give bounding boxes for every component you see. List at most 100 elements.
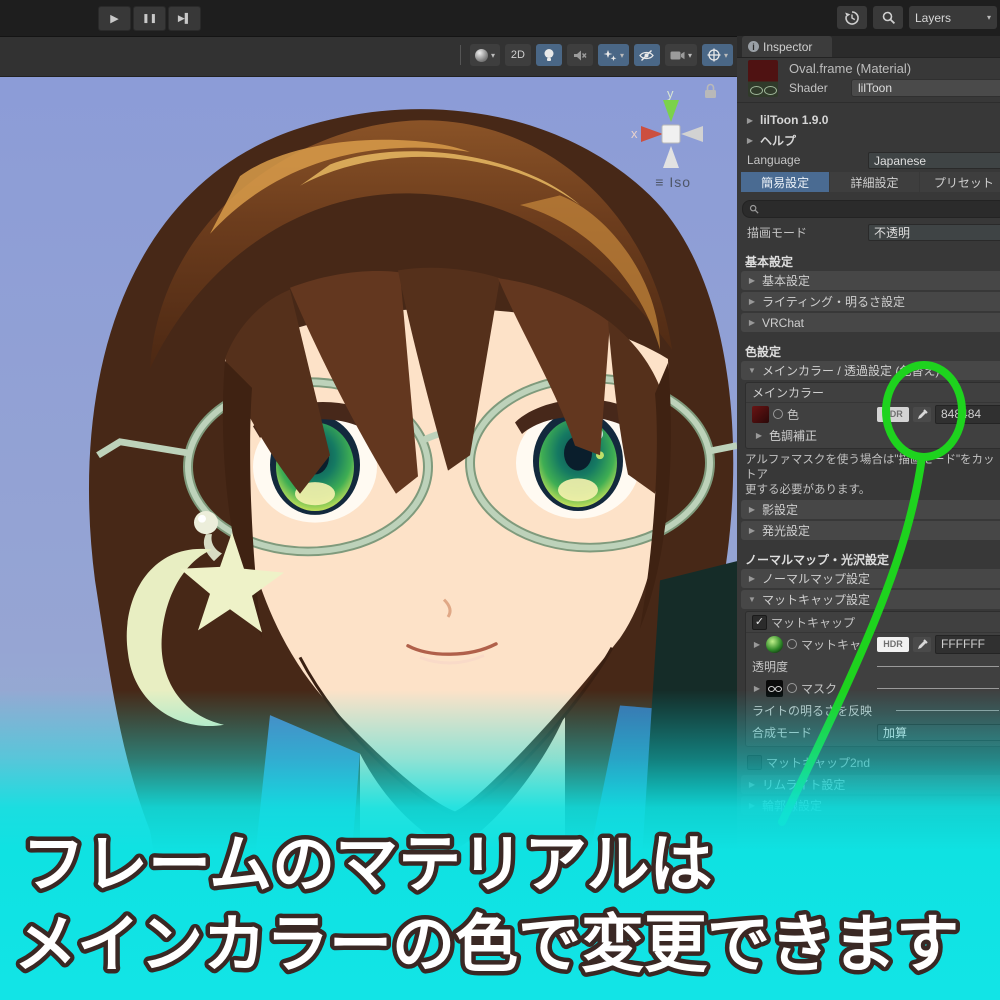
foldout-label: ノーマルマップ設定: [762, 570, 870, 587]
foldout-tone-correction[interactable]: ▶ 色調補正: [746, 425, 1000, 445]
camera-icon: [670, 50, 685, 61]
scene-view: ▾ 2D ▾: [0, 36, 737, 1000]
hidden-objects-toggle-button[interactable]: [634, 44, 660, 66]
hdr-color-button[interactable]: HDR: [877, 407, 909, 422]
iso-projection-label[interactable]: ≡ Iso: [655, 174, 691, 190]
foldout-label: 基本設定: [762, 272, 810, 289]
lighting-toggle-button[interactable]: [536, 44, 562, 66]
tab-simple-settings[interactable]: 簡易設定: [741, 172, 829, 192]
eyedropper-button[interactable]: [913, 407, 931, 422]
foldout-normalmap-settings[interactable]: ▶ ノーマルマップ設定: [741, 569, 1000, 588]
gizmo-x-axis[interactable]: [641, 126, 663, 142]
inspector-tab-strip: i Inspector: [737, 36, 1000, 58]
gizmo-y-axis[interactable]: [663, 100, 679, 122]
property-search-input[interactable]: [742, 200, 1000, 218]
foldout-lighting-settings[interactable]: ▶ ライティング・明るさ設定: [741, 292, 1000, 311]
version-label: lilToon 1.9.0: [760, 113, 828, 127]
inspector-panel: i Inspector Oval.frame (Material) Shader…: [737, 36, 1000, 1000]
2d-toggle-button[interactable]: 2D: [505, 44, 531, 66]
inspector-tab-label: Inspector: [763, 40, 812, 54]
rendering-mode-label: 描画モード: [747, 224, 807, 241]
search-icon: [749, 204, 759, 214]
opacity-label: 透明度: [752, 658, 788, 675]
effects-toggle-button[interactable]: ▾: [598, 44, 629, 66]
foldout-arrow-icon: ▶: [747, 780, 757, 789]
help-foldout[interactable]: ▶ ヘルプ: [737, 130, 1000, 150]
shading-mode-button[interactable]: ▾: [470, 44, 500, 66]
gizmo-z-axis[interactable]: [681, 126, 703, 142]
gizmos-toggle-button[interactable]: ▾: [702, 44, 733, 66]
foldout-rimlight-settings[interactable]: ▶ リムライト設定: [741, 775, 1000, 794]
matcap2nd-checkbox[interactable]: [747, 755, 762, 770]
chevron-down-icon: ▾: [724, 51, 728, 60]
foldout-arrow-icon: ▶: [752, 684, 762, 693]
hdr-color-button[interactable]: HDR: [877, 637, 909, 652]
help-label: ヘルプ: [760, 132, 796, 149]
opacity-slider[interactable]: [877, 666, 999, 667]
matcap2nd-row: マットキャップ2nd: [737, 751, 1000, 773]
search-button[interactable]: [873, 6, 903, 29]
liltoon-version-foldout[interactable]: ▶ lilToon 1.9.0: [737, 110, 1000, 130]
collab-history-button[interactable]: [837, 6, 867, 29]
light-reflect-slider[interactable]: [896, 710, 999, 711]
search-icon: [881, 10, 896, 25]
language-value: Japanese: [874, 154, 926, 168]
gizmo-center-cube[interactable]: [662, 125, 680, 143]
normalmap-gloss-header: ノーマルマップ・光沢設定: [745, 551, 1000, 567]
gizmo-axis-down[interactable]: [663, 146, 679, 168]
foldout-label: リムライト設定: [762, 776, 845, 793]
tab-presets[interactable]: プリセット: [920, 172, 1000, 192]
foldout-base-settings[interactable]: ▶ 基本設定: [741, 271, 1000, 290]
material-preview-thumbnail[interactable]: [748, 60, 778, 97]
foldout-matcap-settings[interactable]: ▼ マットキャップ設定: [741, 590, 1000, 609]
foldout-shadow-settings[interactable]: ▶ 影設定: [741, 500, 1000, 519]
eye-slash-icon: [639, 49, 654, 62]
mask-slider[interactable]: [877, 688, 999, 689]
foldout-label: 色調補正: [769, 427, 817, 444]
tab-advanced-settings[interactable]: 詳細設定: [830, 172, 918, 192]
eyedropper-icon: [917, 639, 928, 650]
foldout-arrow-icon: ▶: [747, 505, 757, 514]
matcap-checkbox[interactable]: ✓: [752, 615, 767, 630]
foldout-arrow-icon: ▶: [754, 431, 764, 440]
rendering-mode-dropdown[interactable]: 不透明: [868, 224, 1000, 241]
effects-stars-icon: [603, 49, 617, 62]
play-button[interactable]: ▶: [98, 6, 131, 31]
chevron-down-icon: ▾: [688, 51, 692, 60]
matcap-hex-field[interactable]: FFFFFF: [935, 635, 1000, 654]
mask-texture-thumbnail[interactable]: [766, 680, 783, 697]
shader-dropdown[interactable]: lilToon ▾: [851, 79, 1000, 97]
color-hex-field[interactable]: 848484: [935, 405, 1000, 424]
color-texture-thumbnail[interactable]: [752, 406, 769, 423]
eyedropper-icon: [917, 409, 928, 420]
eyedropper-button[interactable]: [913, 637, 931, 652]
matcap-checkbox-label: マットキャップ: [771, 614, 855, 631]
scene-viewport[interactable]: [0, 76, 737, 1000]
foldout-arrow-icon: ▶: [745, 136, 755, 145]
foldout-main-color[interactable]: ▼ メインカラー / 透過設定 (色替え): [741, 361, 1000, 380]
blend-mode-dropdown[interactable]: 加算: [877, 724, 1000, 741]
camera-settings-button[interactable]: ▾: [665, 44, 697, 66]
step-button[interactable]: ▶▌: [168, 6, 201, 31]
language-dropdown[interactable]: Japanese: [868, 152, 1000, 169]
foldout-arrow-icon: ▼: [747, 595, 757, 604]
foldout-label: VRChat: [762, 316, 804, 330]
foldout-arrow-icon: ▶: [752, 640, 762, 649]
foldout-emission-settings[interactable]: ▶ 発光設定: [741, 521, 1000, 540]
foldout-vrchat[interactable]: ▶ VRChat: [741, 313, 1000, 332]
matcap-sphere-thumbnail[interactable]: [766, 636, 783, 653]
toolbar-divider: [460, 45, 461, 65]
light-reflect-label: ライトの明るさを反映: [752, 702, 872, 719]
audio-toggle-button[interactable]: [567, 44, 593, 66]
gizmo-crosshair-icon: [707, 48, 721, 62]
2d-label: 2D: [511, 49, 525, 61]
foldout-outline-settings[interactable]: ▶ 輪郭線設定: [741, 796, 1000, 815]
lock-icon[interactable]: [705, 85, 716, 99]
tab-inspector[interactable]: i Inspector: [742, 36, 832, 57]
foldout-arrow-icon: ▶: [747, 276, 757, 285]
audio-muted-icon: [573, 49, 587, 62]
layers-dropdown[interactable]: Layers ▾: [909, 6, 997, 29]
pause-button[interactable]: ❚❚: [133, 6, 166, 31]
foldout-arrow-icon: ▶: [745, 116, 755, 125]
object-picker-icon: [787, 683, 797, 693]
